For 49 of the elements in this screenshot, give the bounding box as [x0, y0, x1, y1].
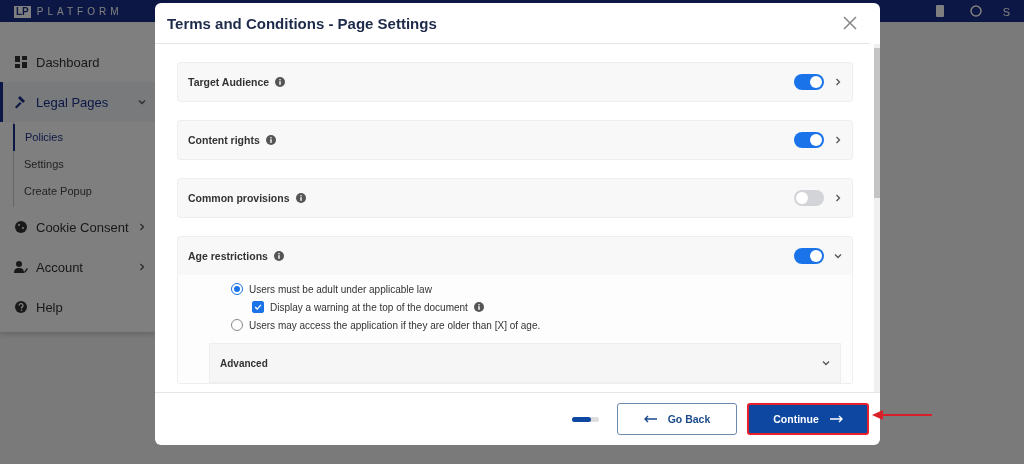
info-icon[interactable]: [273, 251, 284, 261]
section-title: Target Audience: [188, 76, 270, 88]
toggle-switch[interactable]: [794, 132, 824, 148]
radio-button[interactable]: [231, 283, 243, 295]
close-icon[interactable]: [842, 15, 858, 31]
cookie-icon: [14, 220, 28, 234]
toggle-switch[interactable]: [794, 248, 824, 264]
section-title: Content rights: [188, 134, 260, 146]
scrollbar[interactable]: [874, 44, 880, 392]
left-arrow-icon: [643, 415, 658, 423]
option-label: Users must be adult under applicable law: [249, 283, 432, 295]
chevron-icon[interactable]: [834, 194, 842, 202]
user-avatar[interactable]: S: [1002, 6, 1010, 18]
sidebar-item[interactable]: Cookie Consent: [0, 207, 156, 247]
sidebar-subitem[interactable]: Settings: [14, 151, 156, 178]
chevron-icon[interactable]: [834, 252, 842, 260]
option-label: Users may access the application if they are older than [X] of age.: [249, 319, 541, 331]
progress-bar: [572, 416, 599, 422]
toggle-switch[interactable]: [794, 190, 824, 206]
info-icon[interactable]: [265, 135, 276, 145]
option-label: Display a warning at the top of the document: [270, 301, 468, 313]
annotation-arrow: [870, 409, 934, 421]
settings-icon[interactable]: [968, 4, 983, 18]
section-title: Age restrictions: [188, 250, 268, 262]
sidebar-item[interactable]: Legal Pages: [0, 82, 156, 122]
sidebar-item[interactable]: Account: [0, 247, 156, 287]
chevron-icon[interactable]: [834, 136, 842, 144]
checkbox[interactable]: [252, 301, 264, 313]
advanced-panel[interactable]: Advanced: [209, 343, 841, 383]
chevron-icon[interactable]: [834, 78, 842, 86]
section-title: Common provisions: [188, 192, 290, 204]
go-back-button[interactable]: Go Back: [617, 403, 737, 435]
user-icon: [14, 260, 28, 274]
sidebar-subitem[interactable]: Create Popup: [14, 178, 156, 205]
toggle-switch[interactable]: [794, 74, 824, 90]
logo-badge: LP: [14, 6, 31, 18]
continue-button[interactable]: Continue: [747, 403, 869, 435]
grid-icon: [14, 55, 28, 69]
sidebar-item[interactable]: Help: [0, 287, 156, 327]
info-icon[interactable]: [275, 77, 286, 87]
radio-button[interactable]: [231, 319, 243, 331]
dialog-title: Terms and Conditions - Page Settings: [167, 14, 438, 32]
info-icon[interactable]: [295, 193, 306, 203]
logo-text: PLATFORM: [36, 6, 123, 18]
info-icon[interactable]: [473, 302, 484, 312]
sidebar-item[interactable]: Dashboard: [0, 42, 156, 82]
right-arrow-icon: [828, 415, 843, 423]
help-icon: [14, 300, 28, 314]
gavel-icon: [14, 95, 28, 109]
